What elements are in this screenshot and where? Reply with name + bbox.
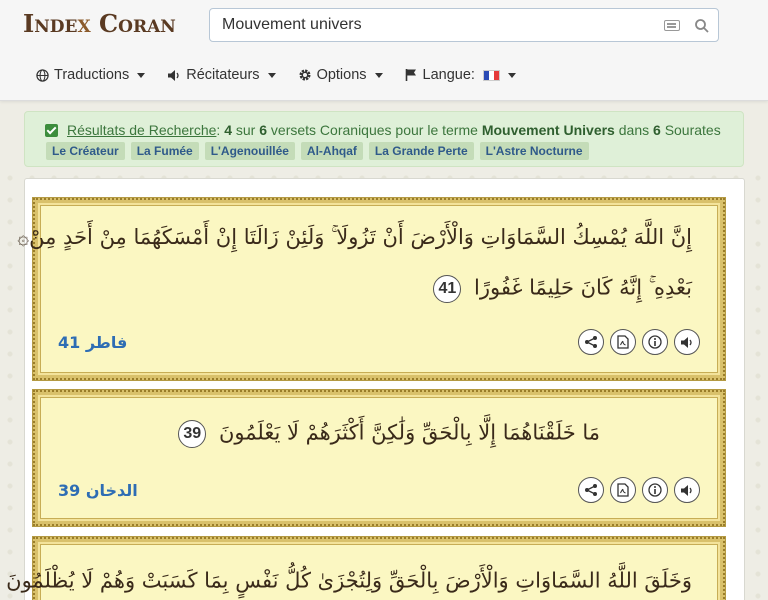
rub-el-hizb-icon: ۞ [17, 225, 30, 249]
results-in: dans [618, 122, 650, 138]
audio-icon [681, 484, 692, 496]
pdf-icon [617, 483, 629, 497]
main-nav: Traductions Récitateurs Options Langue: [36, 62, 538, 88]
globe-icon [36, 68, 49, 82]
results-line: Résultats de Recherche: 4 sur 6 versets … [45, 122, 721, 138]
verse-card: وَخَلَقَ اللَّهُ السَّمَاوَاتِ وَالْأَرْ… [6, 536, 726, 600]
nav-options-label: Options [316, 67, 367, 83]
results-surahs-word: Sourates [664, 122, 721, 138]
audio-button[interactable] [674, 477, 700, 503]
surah-tag[interactable]: Al-Ahqaf [300, 142, 363, 160]
surah-tag[interactable]: La Fumée [130, 142, 199, 160]
nav-language-label: Langue: [422, 67, 475, 83]
results-link[interactable]: Résultats de Recherche [67, 122, 216, 138]
results-summary: Résultats de Recherche: 4 sur 6 versets … [24, 111, 744, 167]
nav-translations[interactable]: Traductions [36, 67, 146, 83]
flag-icon [405, 68, 418, 82]
logo-text-2: Coran [90, 9, 176, 38]
surah-tags: Le Créateur La Fumée L'Agenouillée Al-Ah… [46, 142, 595, 160]
header: Index Coran Traductions Récitateurs [0, 0, 768, 101]
info-icon [648, 483, 662, 497]
info-button[interactable] [642, 477, 668, 503]
nav-reciters-label: Récitateurs [186, 67, 260, 83]
verse-card: مَا خَلَقْنَاهُمَا إِلَّا بِالْحَقِّ وَل… [32, 389, 726, 527]
verse-text: بَعْدِهِ ۚ إِنَّهُ كَانَ حَلِيمًا غَفُور… [474, 275, 692, 300]
surah-tag[interactable]: La Grande Perte [368, 142, 474, 160]
verse-text: إِنَّ اللَّهَ يُمْسِكُ السَّمَاوَاتِ وَا… [29, 225, 692, 249]
share-icon [585, 336, 597, 348]
verse-number: 39 [178, 420, 207, 448]
share-button[interactable] [578, 477, 604, 503]
verse-number: 41 [433, 275, 462, 303]
nav-translations-label: Traductions [54, 67, 130, 83]
surah-tag[interactable]: L'Agenouillée [204, 142, 295, 160]
logo[interactable]: Index Coran [23, 9, 176, 38]
verse-reference[interactable]: الدخان 39 [58, 481, 138, 500]
share-button[interactable] [578, 329, 604, 355]
verse-reference[interactable]: فاطر 41 [58, 333, 127, 352]
french-flag-icon [482, 69, 500, 81]
results-colon: : [216, 122, 221, 138]
verse-actions [572, 329, 700, 355]
results-total: 6 [259, 122, 268, 138]
nav-language[interactable]: Langue: [405, 67, 516, 83]
verse-text-line: إِنَّ اللَّهَ يُمْسِكُ السَّمَاوَاتِ وَا… [11, 225, 692, 250]
results-count: 4 [224, 122, 232, 138]
chevron-down-icon [374, 72, 383, 78]
nav-options[interactable]: Options [298, 67, 383, 83]
info-icon [648, 335, 662, 349]
volume-icon [167, 69, 181, 82]
audio-button[interactable] [674, 329, 700, 355]
surah-tag[interactable]: Le Créateur [46, 142, 125, 160]
search-icon[interactable] [694, 18, 710, 34]
info-button[interactable] [642, 329, 668, 355]
verse-text-line: مَا خَلَقْنَاهُمَا إِلَّا بِالْحَقِّ وَل… [178, 420, 600, 448]
nav-reciters[interactable]: Récitateurs [167, 67, 276, 83]
search-box [209, 8, 719, 42]
keyboard-icon[interactable] [664, 20, 680, 31]
pdf-button[interactable] [610, 329, 636, 355]
verse-text: مَا خَلَقْنَاهُمَا إِلَّا بِالْحَقِّ وَل… [218, 420, 600, 445]
results-text: versets Coraniques pour le terme [270, 122, 478, 138]
chevron-down-icon [267, 72, 276, 78]
logo-x: x [77, 9, 91, 38]
results-surah-count: 6 [653, 122, 661, 138]
verse-text-line: بَعْدِهِ ۚ إِنَّهُ كَانَ حَلِيمًا غَفُور… [433, 275, 692, 303]
verse-card: إِنَّ اللَّهَ يُمْسِكُ السَّمَاوَاتِ وَا… [17, 197, 726, 381]
chevron-down-icon [137, 72, 146, 78]
results-of: sur [235, 122, 256, 138]
pdf-icon [617, 335, 629, 349]
results-term: Mouvement Univers [481, 122, 615, 138]
share-icon [585, 484, 597, 496]
checkbox-icon [45, 123, 58, 137]
surah-tag[interactable]: L'Astre Nocturne [479, 142, 589, 160]
gear-icon [298, 68, 312, 82]
audio-icon [681, 336, 692, 348]
chevron-down-icon [507, 72, 516, 78]
verse-actions [572, 477, 700, 503]
verse-text-line: وَخَلَقَ اللَّهُ السَّمَاوَاتِ وَالْأَرْ… [0, 568, 692, 596]
pdf-button[interactable] [610, 477, 636, 503]
verse-text: وَخَلَقَ اللَّهُ السَّمَاوَاتِ وَالْأَرْ… [6, 568, 692, 593]
logo-text: Inde [23, 9, 78, 38]
search-input[interactable] [210, 9, 650, 41]
